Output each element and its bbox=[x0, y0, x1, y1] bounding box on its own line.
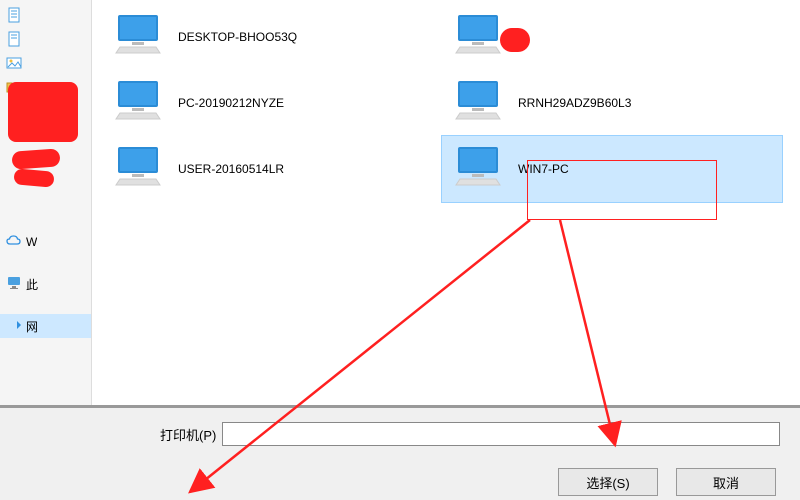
sidebar-item-pic[interactable] bbox=[0, 52, 91, 76]
computer-name: RRNH29ADZ9B60L3 bbox=[518, 96, 631, 110]
computer-icon bbox=[450, 141, 506, 197]
computer-icon bbox=[450, 75, 506, 131]
network-computer-item[interactable]: PC-20190212NYZE bbox=[102, 70, 442, 136]
computer-name: DESKTOP-BHOO53Q bbox=[178, 30, 297, 44]
network-computer-item[interactable]: USER-20160514LR bbox=[102, 136, 442, 202]
sidebar-item-doc2[interactable] bbox=[0, 28, 91, 52]
network-computer-item[interactable]: DESKTOP-BHOO53Q bbox=[102, 4, 442, 70]
computer-name: USER-20160514LR bbox=[178, 162, 284, 176]
computer-icon bbox=[110, 141, 166, 197]
select-button[interactable]: 选择(S) bbox=[558, 468, 658, 496]
picture-icon bbox=[6, 55, 22, 74]
network-computer-item[interactable] bbox=[442, 4, 782, 70]
computer-icon bbox=[110, 75, 166, 131]
computer-icon bbox=[110, 9, 166, 65]
sidebar-label: W bbox=[26, 235, 37, 249]
sidebar-label: 此 bbox=[26, 276, 38, 293]
redaction-mark bbox=[8, 82, 78, 142]
computer-name: PC-20190212NYZE bbox=[178, 96, 284, 110]
document-icon bbox=[6, 31, 22, 50]
computer-icon bbox=[450, 9, 506, 65]
file-view: DESKTOP-BHOO53Q PC-20190212NYZE RRNH29AD… bbox=[92, 0, 800, 405]
sidebar-item-thispc[interactable]: 此 bbox=[0, 272, 91, 296]
redaction-mark bbox=[500, 28, 530, 52]
monitor-icon bbox=[6, 275, 22, 294]
sidebar-label: 网 bbox=[26, 318, 38, 335]
printer-input[interactable] bbox=[222, 422, 780, 446]
network-computer-item-selected[interactable]: WIN7-PC bbox=[442, 136, 782, 202]
network-arrow-icon bbox=[6, 317, 22, 336]
computer-name: WIN7-PC bbox=[518, 162, 569, 176]
cancel-button[interactable]: 取消 bbox=[676, 468, 776, 496]
printer-label: 打印机(P) bbox=[160, 425, 216, 444]
network-computer-item[interactable]: RRNH29ADZ9B60L3 bbox=[442, 70, 782, 136]
sidebar-item-network[interactable]: 网 bbox=[0, 314, 91, 338]
cloud-icon bbox=[6, 233, 22, 252]
sidebar-item-doc[interactable] bbox=[0, 4, 91, 28]
redaction-mark bbox=[6, 144, 66, 204]
sidebar-item-cloud[interactable]: W bbox=[0, 230, 91, 254]
document-icon bbox=[6, 7, 22, 26]
bottom-panel: 打印机(P) 选择(S) 取消 bbox=[0, 405, 800, 500]
